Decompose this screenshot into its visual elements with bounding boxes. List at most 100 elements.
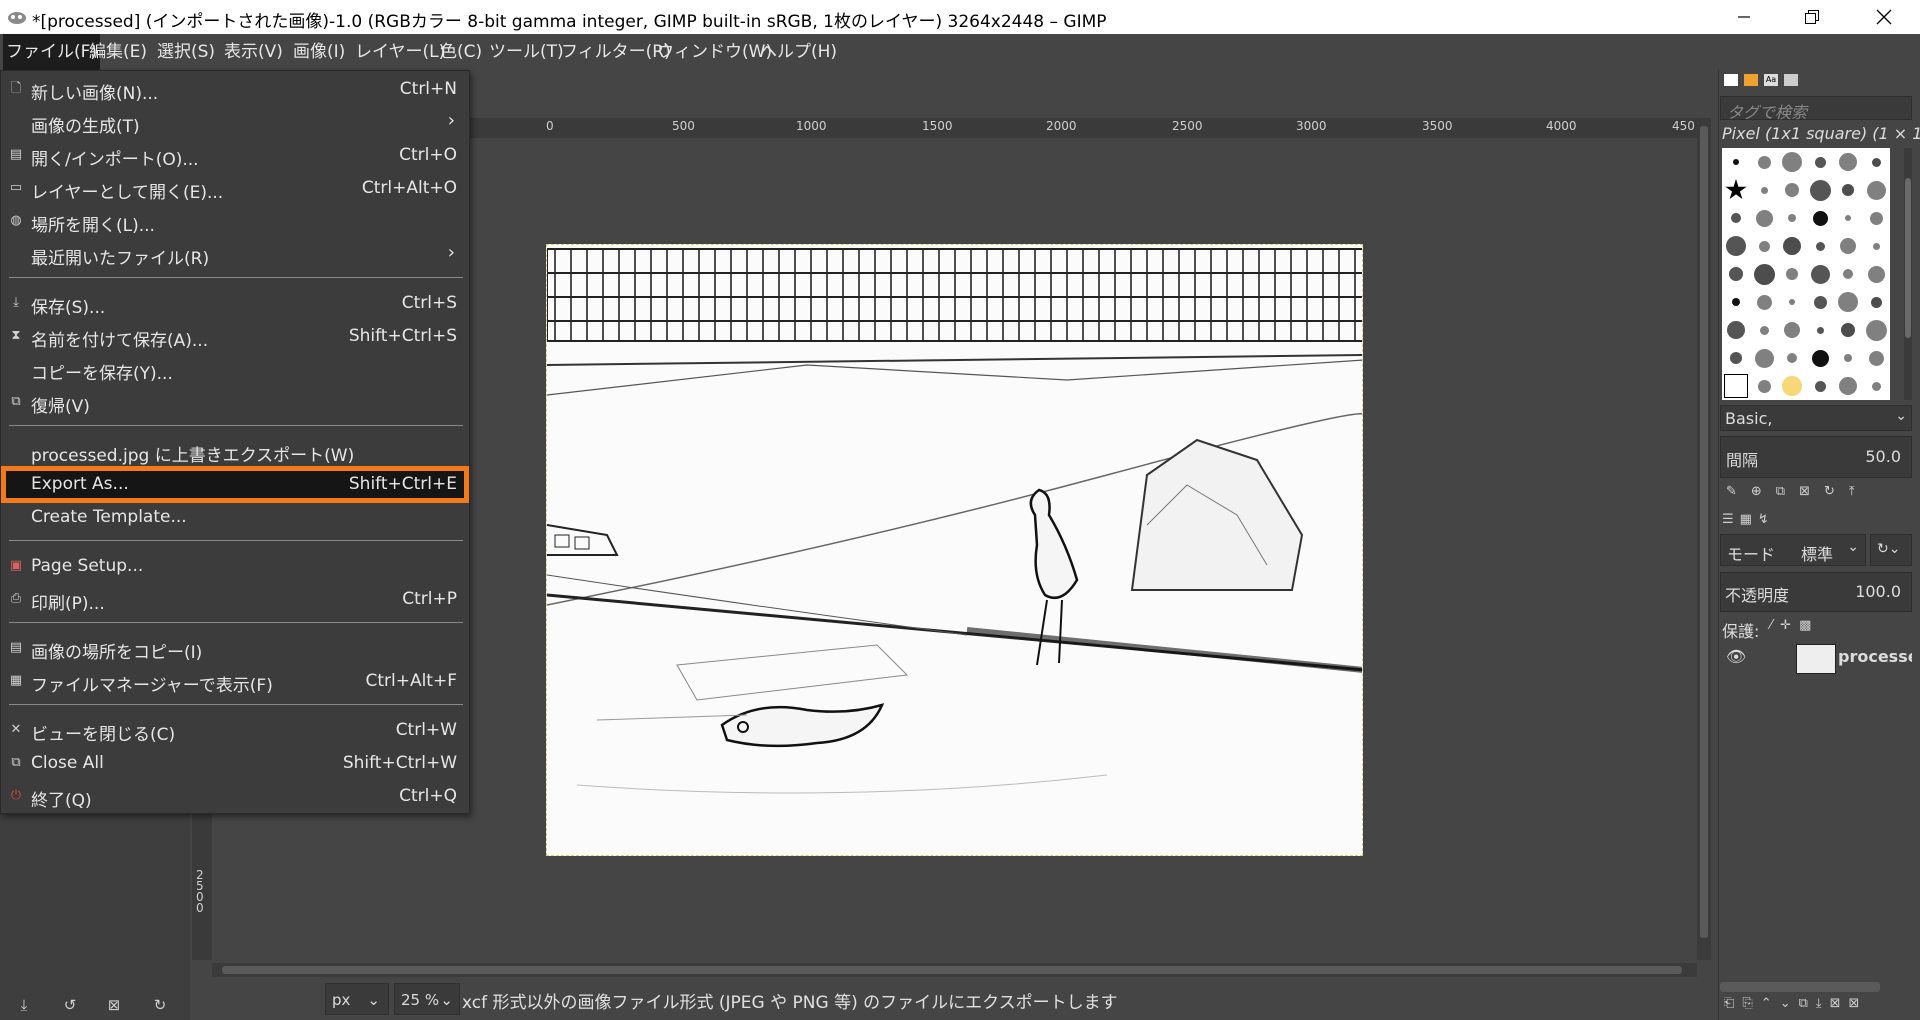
menu-item-save[interactable]: ⤓ 保存(S)... Ctrl+S [1,287,469,320]
menu-item-open-recent[interactable]: 最近開いたファイル(R) › [1,238,469,271]
brush-thumbnail[interactable] [1722,232,1750,260]
composite-mode-button[interactable]: ↻⌄ [1870,534,1912,566]
menu-item-export-as[interactable]: Export As... Shift+Ctrl+E [1,466,469,503]
spacing-slider[interactable]: 間隔 50.0 [1720,436,1912,478]
brush-thumbnail[interactable] [1722,372,1750,400]
menu-item-open-location[interactable]: ◍ 場所を開く(L)... [1,205,469,238]
zoom-select[interactable]: 25 % ⌄ [394,983,460,1015]
menu-item-revert[interactable]: ⧉ 復帰(V) [1,386,469,419]
brush-thumbnail[interactable] [1806,260,1834,288]
brush-thumbnail[interactable] [1806,148,1834,176]
brush-grid[interactable] [1722,148,1890,400]
image-canvas[interactable] [546,244,1363,856]
patterns-tab-icon[interactable] [1744,74,1758,86]
menu-item-open-as-layers[interactable]: ▭ レイヤーとして開く(E)... Ctrl+Alt+O [1,172,469,205]
brush-thumbnail[interactable] [1834,316,1862,344]
brush-thumbnail[interactable] [1806,288,1834,316]
brush-thumbnail[interactable] [1834,260,1862,288]
brush-thumbnail[interactable] [1722,148,1750,176]
minimize-button[interactable] [1716,0,1772,34]
reset-tool-icon[interactable]: ↻ [150,996,170,1016]
menu-item-create-template[interactable]: Create Template... [1,501,469,534]
menu-edit[interactable]: 編集(E) [86,34,150,70]
brush-thumbnail[interactable] [1750,372,1778,400]
brush-thumbnail[interactable] [1750,344,1778,372]
menu-item-overwrite[interactable]: processed.jpg に上書きエクスポート(W) [1,435,469,468]
brush-thumbnail[interactable] [1750,204,1778,232]
menu-help[interactable]: ヘルプ(H) [757,34,840,70]
menu-layer[interactable]: レイヤー(L) [352,34,448,70]
brush-thumbnail[interactable] [1834,232,1862,260]
brush-thumbnail[interactable] [1862,176,1890,204]
menu-item-save-copy[interactable]: コピーを保存(Y)... [1,353,469,386]
brush-thumbnail[interactable] [1834,372,1862,400]
lock-icons[interactable]: ⁄✛▩ [1770,618,1819,633]
restore-tool-preset-icon[interactable]: ↺ [60,996,80,1016]
brush-thumbnail[interactable] [1722,344,1750,372]
menu-select[interactable]: 選択(S) [154,34,218,70]
menu-item-print[interactable]: ⎙ 印刷(P)... Ctrl+P [1,583,469,616]
brush-thumbnail[interactable] [1862,316,1890,344]
brush-thumbnail[interactable] [1862,288,1890,316]
menu-colors[interactable]: 色(C) [437,34,485,70]
close-window-button[interactable] [1856,0,1912,34]
brush-thumbnail[interactable] [1722,260,1750,288]
brushes-tab-icon[interactable] [1724,74,1738,86]
layers-tab-icons[interactable]: ☰▦↯ [1722,512,1775,527]
menu-image[interactable]: 画像(I) [290,34,348,70]
brush-thumbnail[interactable] [1778,344,1806,372]
save-tool-preset-icon[interactable]: ⤓ [14,996,34,1016]
brush-thumbnail[interactable] [1806,344,1834,372]
menu-view[interactable]: 表示(V) [221,34,286,70]
menu-item-create[interactable]: 画像の生成(T) › [1,106,469,139]
brush-thumbnail[interactable] [1806,232,1834,260]
brush-thumbnail[interactable] [1806,316,1834,344]
brush-thumbnail[interactable] [1806,176,1834,204]
brush-thumbnail[interactable] [1778,260,1806,288]
brush-thumbnail[interactable] [1778,232,1806,260]
opacity-slider[interactable]: 不透明度 100.0 [1720,572,1912,612]
brush-scrollbar[interactable] [1904,148,1912,400]
menu-item-close-view[interactable]: ✕ ビューを閉じる(C) Ctrl+W [1,714,469,747]
brush-thumbnail[interactable] [1834,148,1862,176]
horizontal-scrollbar[interactable] [212,963,1697,977]
layer-actions-icons[interactable]: ⎗⎘⌃⌄⧉⤓⊠⊠ [1724,996,1867,1011]
brush-thumbnail[interactable] [1862,260,1890,288]
preset-select[interactable]: Basic, ⌄ [1720,405,1912,431]
brush-thumbnail[interactable] [1862,204,1890,232]
brush-thumbnail[interactable] [1778,204,1806,232]
menu-item-new-image[interactable]: 🗋 新しい画像(N)... Ctrl+N [1,73,469,106]
brush-thumbnail[interactable] [1778,372,1806,400]
menu-item-open[interactable]: ▤ 開く/インポート(O)... Ctrl+O [1,139,469,172]
visibility-eye-icon[interactable]: 👁 [1726,647,1746,666]
brush-thumbnail[interactable] [1862,372,1890,400]
menu-item-copy-location[interactable]: ▤ 画像の場所をコピー(I) [1,632,469,665]
brush-thumbnail[interactable] [1750,288,1778,316]
brush-thumbnail[interactable] [1806,204,1834,232]
tag-search-input[interactable]: タグで検索 [1720,96,1912,122]
brush-thumbnail[interactable] [1722,316,1750,344]
brush-thumbnail[interactable] [1778,148,1806,176]
brush-thumbnail[interactable] [1834,176,1862,204]
brush-thumbnail[interactable] [1834,204,1862,232]
brush-thumbnail[interactable] [1862,148,1890,176]
brush-thumbnail[interactable] [1834,344,1862,372]
layers-hscrollbar[interactable] [1720,982,1880,992]
brush-thumbnail[interactable] [1750,148,1778,176]
document-history-tab-icon[interactable] [1784,74,1798,86]
delete-tool-preset-icon[interactable]: ⊠ [104,996,124,1016]
brush-thumbnail[interactable] [1750,176,1778,204]
brush-thumbnail[interactable] [1778,176,1806,204]
brush-actions-icons[interactable]: ✎⊕⧉⊠↻⤒ [1726,484,1869,499]
brush-thumbnail[interactable] [1750,260,1778,288]
menu-item-show-in-file-manager[interactable]: ▦ ファイルマネージャーで表示(F) Ctrl+Alt+F [1,665,469,698]
brush-thumbnail[interactable] [1722,176,1750,204]
layer-row[interactable]: 👁 processed [1720,640,1912,676]
brush-thumbnail[interactable] [1750,316,1778,344]
brush-thumbnail[interactable] [1722,288,1750,316]
brush-thumbnail[interactable] [1778,316,1806,344]
brush-thumbnail[interactable] [1750,232,1778,260]
menu-item-quit[interactable]: ⏻ 終了(Q) Ctrl+Q [1,780,469,813]
brush-thumbnail[interactable] [1806,372,1834,400]
menu-item-close-all[interactable]: ⧉ Close All Shift+Ctrl+W [1,747,469,780]
